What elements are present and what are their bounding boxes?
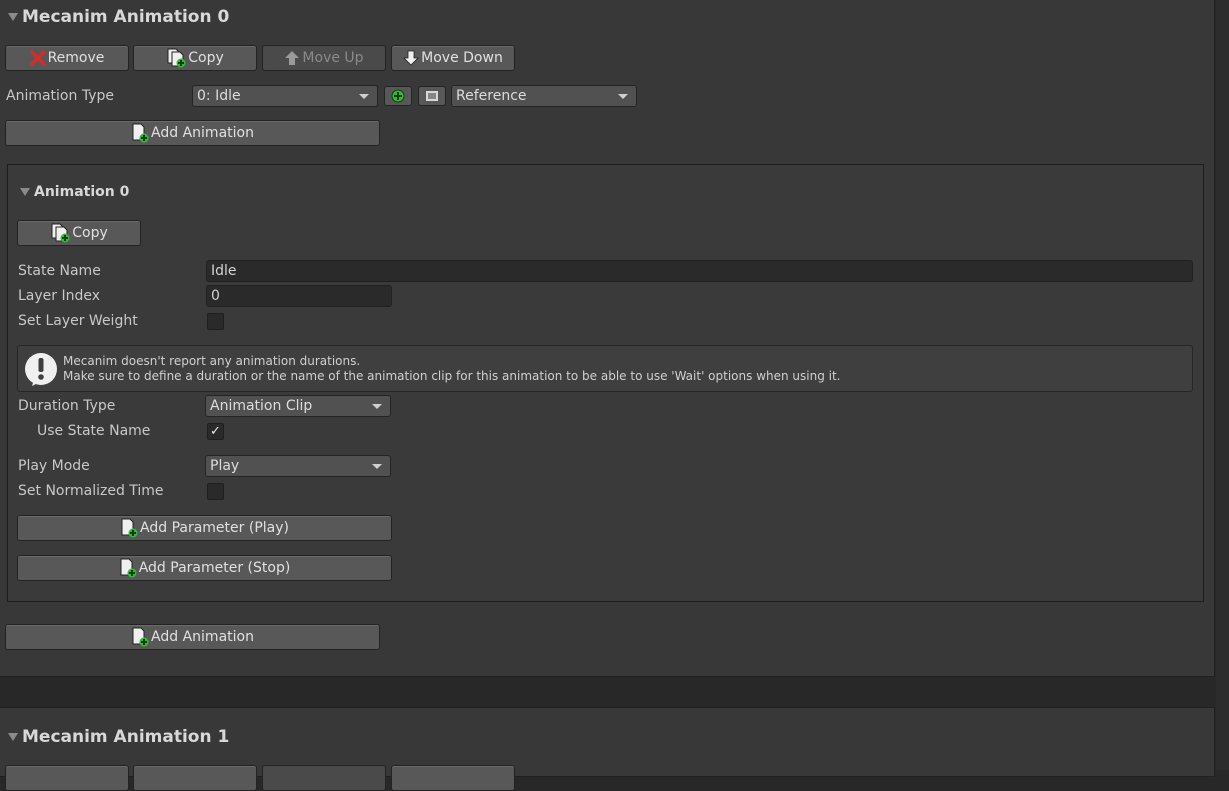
add-animation-button[interactable]: Add Animation: [5, 120, 380, 146]
play-mode-dropdown[interactable]: Play: [205, 455, 391, 477]
foldout-arrow-icon: [8, 733, 18, 741]
layer-index-label: Layer Index: [18, 288, 101, 304]
use-state-name-label: Use State Name: [37, 423, 151, 439]
animation-copy-button[interactable]: Copy: [17, 220, 141, 246]
mecanim-animation-1-foldout[interactable]: Mecanim Animation 1: [8, 727, 229, 747]
add-parameter-stop-label: Add Parameter (Stop): [138, 560, 291, 576]
move-up-label: Move Up: [302, 50, 364, 66]
list-icon: [426, 91, 438, 101]
use-state-name-checkbox[interactable]: ✓: [207, 423, 224, 440]
copy-label: Copy: [72, 225, 108, 241]
move-down-button[interactable]: Move Down: [391, 45, 515, 71]
add-document-icon: [121, 518, 138, 538]
next-move-up-button[interactable]: [262, 765, 386, 791]
animation-title: Animation 0: [34, 184, 130, 200]
play-mode-label: Play Mode: [18, 458, 90, 474]
copy-icon: [167, 48, 186, 68]
foldout-arrow-icon: [20, 188, 30, 196]
add-parameter-stop-button[interactable]: Add Parameter (Stop): [17, 555, 392, 581]
chevron-down-icon: [372, 464, 382, 469]
animation-0-foldout[interactable]: Animation 0: [20, 184, 129, 200]
help-box: Mecanim doesn't report any animation dur…: [17, 345, 1193, 392]
play-mode-value: Play: [210, 458, 240, 474]
exclamation-icon: [25, 353, 57, 386]
section-title: Mecanim Animation 1: [22, 727, 230, 747]
chevron-down-icon: [372, 404, 382, 409]
move-down-label: Move Down: [421, 50, 503, 66]
set-layer-weight-checkbox[interactable]: [207, 313, 224, 330]
add-document-icon: [120, 558, 137, 578]
duration-type-dropdown[interactable]: Animation Clip: [205, 395, 391, 417]
add-animation-label: Add Animation: [151, 125, 254, 141]
add-parameter-play-button[interactable]: Add Parameter (Play): [17, 515, 392, 541]
scrollbar-track[interactable]: [1216, 0, 1229, 770]
add-document-icon: [132, 123, 149, 143]
layer-index-input[interactable]: 0: [206, 285, 392, 307]
add-parameter-play-label: Add Parameter (Play): [140, 520, 289, 536]
copy-label: Copy: [188, 50, 224, 66]
set-normalized-time-label: Set Normalized Time: [18, 483, 164, 499]
foldout-arrow-icon: [8, 13, 18, 21]
next-remove-button[interactable]: [5, 765, 129, 791]
remove-button[interactable]: Remove: [5, 45, 129, 71]
arrow-up-icon: [285, 51, 300, 65]
duration-type-label: Duration Type: [18, 398, 116, 414]
arrow-down-icon: [403, 50, 420, 66]
state-name-input[interactable]: Idle: [206, 260, 1193, 282]
copy-button[interactable]: Copy: [133, 45, 257, 71]
reference-dropdown[interactable]: Reference: [451, 85, 637, 107]
help-line-1: Mecanim doesn't report any animation dur…: [63, 354, 361, 368]
add-type-button[interactable]: [384, 86, 412, 106]
add-animation-bottom-button[interactable]: Add Animation: [5, 624, 380, 650]
next-copy-button[interactable]: [133, 765, 257, 791]
remove-x-icon: [29, 50, 46, 66]
set-layer-weight-label: Set Layer Weight: [18, 313, 138, 329]
set-normalized-time-checkbox[interactable]: [207, 483, 224, 500]
add-animation-label: Add Animation: [151, 629, 254, 645]
section-title: Mecanim Animation 0: [22, 7, 230, 27]
list-menu-button[interactable]: [418, 86, 446, 106]
chevron-down-icon: [618, 94, 628, 99]
animation-type-dropdown[interactable]: 0: Idle: [192, 85, 378, 107]
chevron-down-icon: [359, 94, 369, 99]
remove-label: Remove: [47, 50, 105, 66]
plus-icon: [391, 89, 405, 103]
help-line-2: Make sure to define a duration or the na…: [63, 369, 841, 383]
move-up-button[interactable]: Move Up: [262, 45, 386, 71]
reference-value: Reference: [456, 88, 527, 104]
add-document-icon: [132, 627, 149, 647]
next-move-down-button[interactable]: [391, 765, 515, 791]
animation-type-value: 0: Idle: [197, 88, 241, 104]
state-name-label: State Name: [18, 263, 101, 279]
copy-icon: [51, 223, 70, 243]
animation-type-label: Animation Type: [6, 88, 114, 104]
mecanim-animation-0-foldout[interactable]: Mecanim Animation 0: [8, 7, 229, 27]
duration-type-value: Animation Clip: [210, 398, 313, 414]
